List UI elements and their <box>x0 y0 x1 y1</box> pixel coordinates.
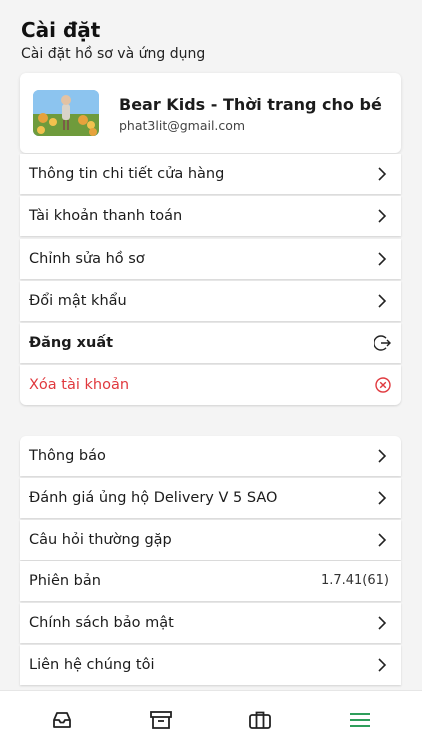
menu-item-label: Đăng xuất <box>29 335 114 351</box>
menu-item-edit-profile[interactable]: Chỉnh sửa hồ sơ <box>20 239 401 279</box>
version-value: 1.7.41(61) <box>320 573 389 588</box>
menu-item-label: Xóa tài khoản <box>29 377 130 393</box>
menu-item-payment-account[interactable]: Tài khoản thanh toán <box>20 196 401 236</box>
page-subtitle: Cài đặt hồ sơ và ứng dụng <box>21 46 206 62</box>
menu-item-label: Thông tin chi tiết cửa hàng <box>29 166 225 182</box>
menu-item-label: Chính sách bảo mật <box>29 615 174 631</box>
chevron-right-icon <box>378 449 387 463</box>
chevron-right-icon <box>378 491 387 505</box>
archive-icon[interactable] <box>148 707 174 733</box>
logout-icon <box>374 335 391 351</box>
bottom-navigation <box>0 690 422 751</box>
menu-item-label: Đánh giá ủng hộ Delivery V 5 SAO <box>29 490 278 506</box>
chevron-right-icon <box>378 209 387 223</box>
menu-item-label: Đổi mật khẩu <box>29 293 127 309</box>
chevron-right-icon <box>378 252 387 266</box>
delete-circle-icon <box>375 377 391 393</box>
page-header: Cài đặt Cài đặt hồ sơ và ứng dụng <box>21 18 205 64</box>
profile-name: Bear Kids - Thời trang cho bé <box>119 95 382 114</box>
menu-item-contact-us[interactable]: Liên hệ chúng tôi <box>20 645 401 685</box>
menu-item-logout[interactable]: Đăng xuất <box>20 323 401 363</box>
inbox-icon[interactable] <box>49 707 75 733</box>
profile-email: phat3lit@gmail.com <box>119 118 246 133</box>
menu-item-rate-app[interactable]: Đánh giá ủng hộ Delivery V 5 SAO <box>20 478 401 518</box>
menu-item-store-details[interactable]: Thông tin chi tiết cửa hàng <box>20 154 401 194</box>
menu-icon[interactable] <box>347 707 373 733</box>
menu-item-label: Câu hỏi thường gặp <box>29 532 172 548</box>
menu-item-label: Liên hệ chúng tôi <box>29 657 155 673</box>
menu-item-faq[interactable]: Câu hỏi thường gặp <box>20 520 401 560</box>
profile-card[interactable]: Bear Kids - Thời trang cho bé phat3lit@g… <box>20 73 401 153</box>
menu-item-label: Thông báo <box>29 448 106 464</box>
chevron-right-icon <box>378 533 387 547</box>
menu-item-label: Tài khoản thanh toán <box>29 208 183 224</box>
menu-item-label: Phiên bản <box>29 573 101 589</box>
menu-item-label: Chỉnh sửa hồ sơ <box>29 251 145 267</box>
avatar <box>33 90 99 136</box>
menu-item-version: Phiên bản 1.7.41(61) <box>20 561 401 601</box>
chevron-right-icon <box>378 616 387 630</box>
chevron-right-icon <box>378 294 387 308</box>
menu-item-delete-account[interactable]: Xóa tài khoản <box>20 365 401 405</box>
menu-item-notifications[interactable]: Thông báo <box>20 436 401 476</box>
menu-item-privacy-policy[interactable]: Chính sách bảo mật <box>20 603 401 643</box>
briefcase-icon[interactable] <box>247 707 273 733</box>
chevron-right-icon <box>378 658 387 672</box>
page-title: Cài đặt <box>21 18 101 42</box>
chevron-right-icon <box>378 167 387 181</box>
menu-item-change-password[interactable]: Đổi mật khẩu <box>20 281 401 321</box>
